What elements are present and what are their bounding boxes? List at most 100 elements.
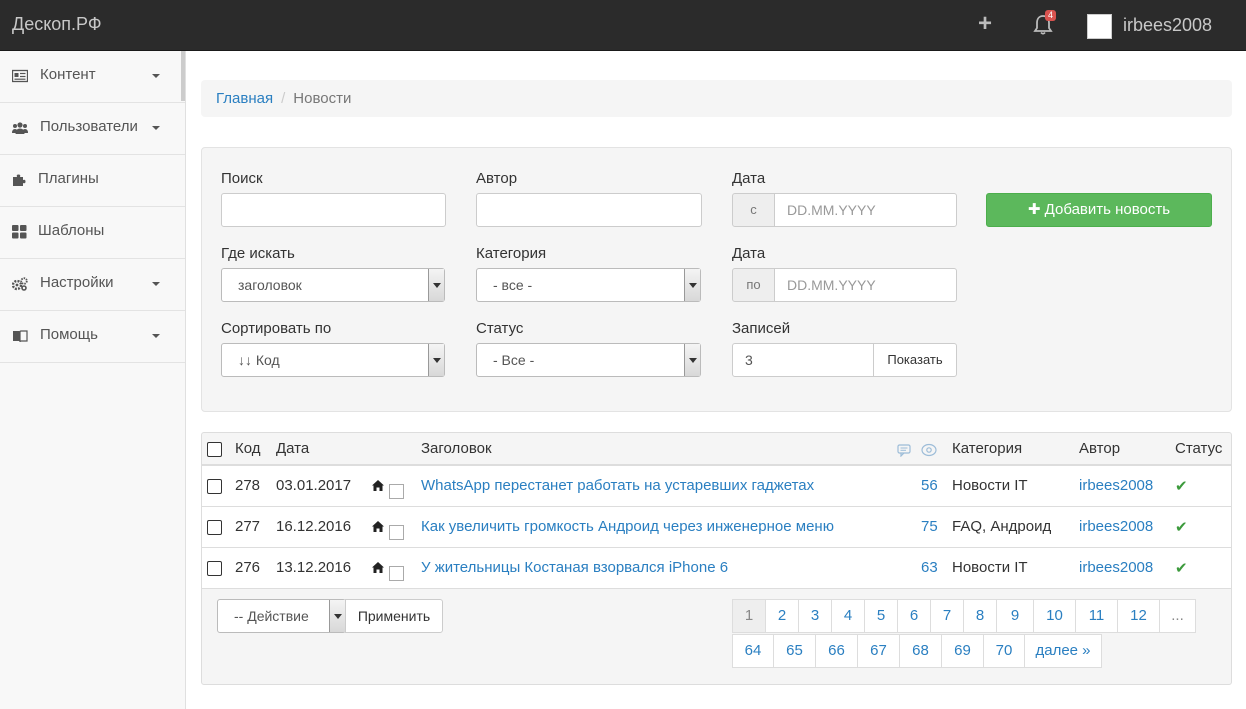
category-select-value: - все - [493, 277, 533, 293]
row-id: 278 [235, 477, 261, 494]
users-icon [12, 122, 28, 134]
date-from-addon: с [732, 193, 775, 227]
caret-down-icon [152, 74, 160, 78]
page-link[interactable]: 4 [831, 599, 865, 633]
sidebar-item-templates[interactable]: Шаблоны [0, 207, 185, 259]
page-link[interactable]: 11 [1075, 599, 1118, 633]
bulk-action-select[interactable]: -- Действие [217, 599, 346, 633]
gears-icon [12, 277, 28, 291]
sidebar-item-label: Помощь [40, 326, 98, 343]
row-category: Новости IT [952, 477, 1028, 494]
records-label: Записей [732, 320, 791, 337]
page-link[interactable]: 66 [815, 634, 858, 668]
header-category[interactable]: Категория [952, 440, 1022, 457]
page-link[interactable]: 8 [963, 599, 997, 633]
page-link[interactable]: 7 [930, 599, 964, 633]
row-views[interactable]: 75 [921, 518, 938, 535]
sidebar-item-label: Контент [40, 66, 96, 83]
page-link[interactable]: 3 [798, 599, 832, 633]
page-link[interactable]: 10 [1033, 599, 1076, 633]
row-checkbox[interactable] [207, 479, 222, 494]
header-id[interactable]: Код [235, 440, 261, 457]
book-icon [13, 330, 28, 343]
where-select[interactable]: заголовок [221, 268, 445, 302]
row-checkbox[interactable] [207, 561, 222, 576]
row-category: FAQ, Андроид [952, 518, 1052, 535]
top-navbar: Дескоп.РФ + 4 irbees2008 [0, 0, 1246, 51]
sort-select[interactable]: ↓↓ Код [221, 343, 445, 377]
select-all-checkbox[interactable] [207, 442, 222, 457]
sidebar-item-users[interactable]: Пользователи [0, 103, 185, 155]
th-large-icon [12, 225, 27, 239]
sidebar-item-help[interactable]: Помощь [0, 311, 185, 363]
home-icon[interactable] [371, 479, 385, 492]
status-select-value: - Все - [493, 352, 535, 368]
home-icon[interactable] [371, 561, 385, 574]
row-author-link[interactable]: irbees2008 [1079, 559, 1153, 576]
page-link[interactable]: 5 [864, 599, 898, 633]
sidebar-item-label: Настройки [40, 274, 114, 291]
row-title-link[interactable]: WhatsApp перестанет работать на устаревш… [421, 477, 814, 494]
header-author[interactable]: Автор [1079, 440, 1120, 457]
row-date: 16.12.2016 [276, 518, 352, 535]
row-title-link[interactable]: У жительницы Костаная взорвался iPhone 6 [421, 559, 728, 576]
add-news-button[interactable]: ✚ Добавить новость [986, 193, 1212, 227]
sidebar-item-settings[interactable]: Настройки [0, 259, 185, 311]
user-menu[interactable]: irbees2008 [1123, 15, 1212, 36]
brand-logo[interactable]: Дескоп.РФ [12, 14, 102, 35]
records-input[interactable]: 3 [732, 343, 874, 377]
select-arrow-icon [428, 269, 444, 301]
date-to-input[interactable]: DD.MM.YYYY [774, 268, 957, 302]
row-views[interactable]: 56 [921, 477, 938, 494]
caret-down-icon [152, 282, 160, 286]
header-status[interactable]: Статус [1175, 440, 1222, 457]
row-checkbox[interactable] [207, 520, 222, 535]
puzzle-icon [13, 174, 26, 186]
header-title[interactable]: Заголовок [421, 440, 492, 457]
status-select[interactable]: - Все - [476, 343, 701, 377]
row-views[interactable]: 63 [921, 559, 938, 576]
sidebar-item-plugins[interactable]: Плагины [0, 155, 185, 207]
page-link[interactable]: 68 [899, 634, 942, 668]
add-plus-button[interactable]: + [978, 12, 992, 36]
breadcrumb-home[interactable]: Главная [216, 90, 273, 107]
category-label: Категория [476, 245, 547, 262]
breadcrumb: Главная / Новости [201, 80, 1232, 117]
page-link[interactable]: 69 [941, 634, 984, 668]
sidebar-item-content[interactable]: Контент [0, 51, 185, 103]
sort-label: Сортировать по [221, 320, 332, 337]
show-button[interactable]: Показать [873, 343, 957, 377]
date-from-input[interactable]: DD.MM.YYYY [774, 193, 957, 227]
page-link[interactable]: 67 [857, 634, 900, 668]
page-link[interactable]: 1 [732, 599, 766, 633]
row-category: Новости IT [952, 559, 1028, 576]
row-title-link[interactable]: Как увеличить громкость Андроид через ин… [421, 518, 834, 535]
where-select-value: заголовок [238, 277, 302, 293]
row-author-link[interactable]: irbees2008 [1079, 477, 1153, 494]
avatar[interactable] [1087, 14, 1112, 39]
image-placeholder-icon [389, 566, 404, 581]
header-date[interactable]: Дата [276, 440, 309, 457]
next-page-link[interactable]: далее » [1024, 634, 1102, 668]
status-ok-icon: ✔ [1175, 560, 1188, 577]
date-to-addon: по [732, 268, 775, 302]
newspaper-icon [12, 69, 28, 83]
caret-down-icon [152, 126, 160, 130]
page-link[interactable]: 6 [897, 599, 931, 633]
page-link[interactable]: 70 [983, 634, 1025, 668]
home-icon[interactable] [371, 520, 385, 533]
apply-button[interactable]: Применить [345, 599, 443, 633]
page-link[interactable]: 2 [765, 599, 799, 633]
page-link[interactable]: 12 [1117, 599, 1160, 633]
author-label: Автор [476, 170, 518, 187]
sidebar-item-label: Пользователи [40, 118, 138, 135]
row-author-link[interactable]: irbees2008 [1079, 518, 1153, 535]
page-link[interactable]: 65 [773, 634, 816, 668]
category-select[interactable]: - все - [476, 268, 701, 302]
search-input[interactable] [221, 193, 446, 227]
status-ok-icon: ✔ [1175, 478, 1188, 495]
author-input[interactable] [476, 193, 702, 227]
page-link[interactable]: 64 [732, 634, 774, 668]
row-date: 03.01.2017 [276, 477, 352, 494]
page-link[interactable]: 9 [996, 599, 1034, 633]
